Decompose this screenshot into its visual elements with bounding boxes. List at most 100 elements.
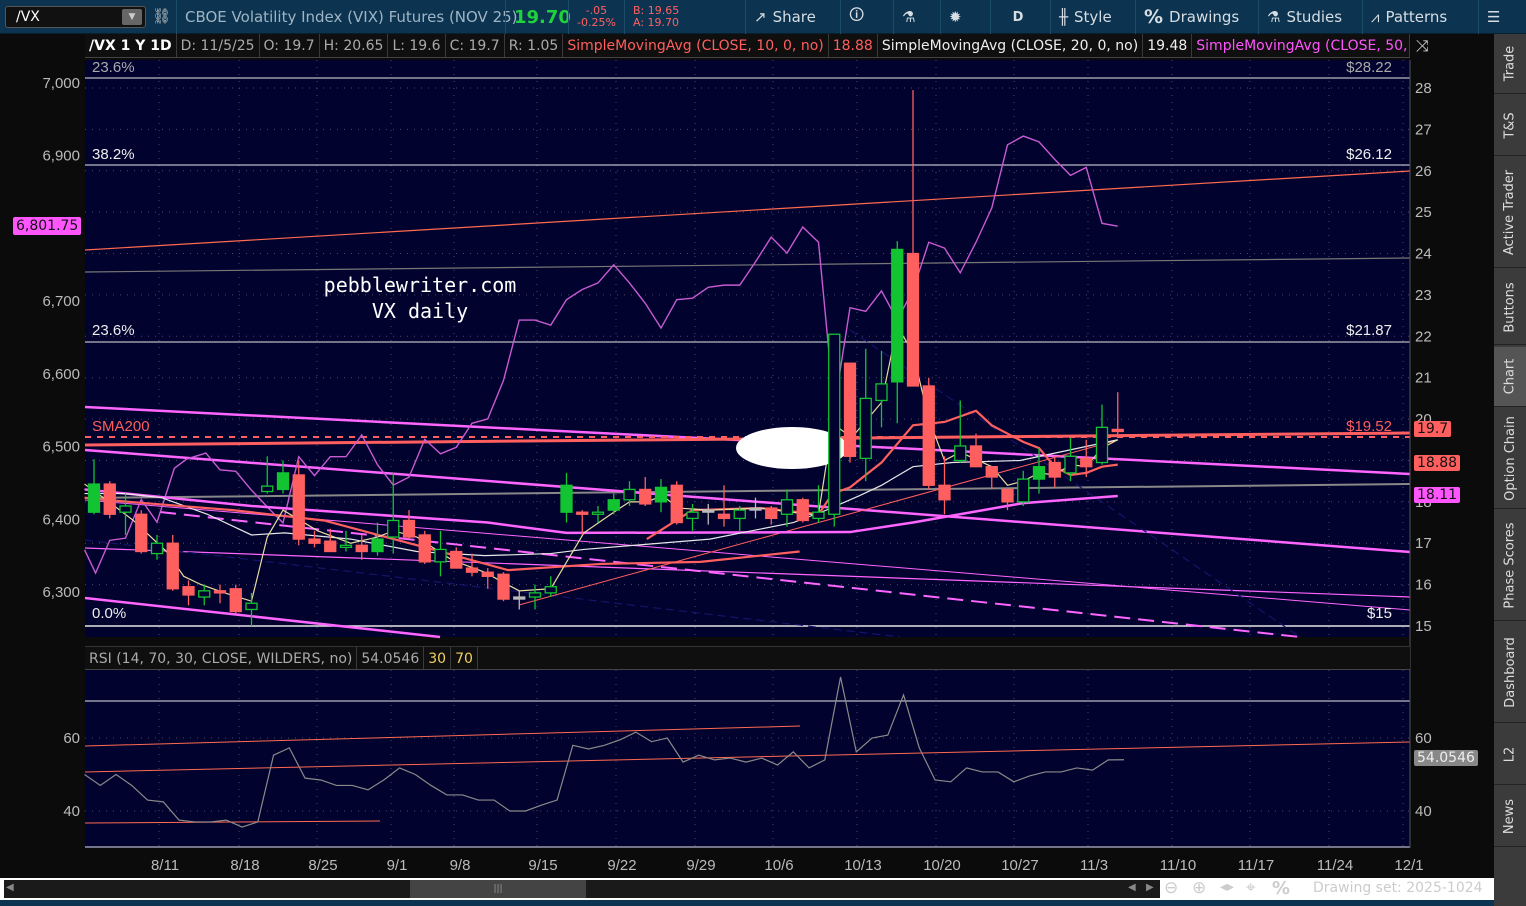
candle-body [1048, 461, 1061, 478]
candle-body [733, 509, 746, 520]
candle-body [229, 588, 242, 613]
right-axis-tick: 27 [1415, 121, 1432, 138]
sidebar-tab-trade[interactable]: Trade [1494, 34, 1526, 94]
zoom-out-icon[interactable]: ⊖ [1164, 878, 1178, 898]
candle-body [198, 590, 211, 598]
fib-price: $26.12 [1346, 146, 1392, 163]
candle-body [875, 383, 888, 402]
fib-label: 23.6% [92, 322, 135, 339]
candle-body [308, 538, 321, 544]
sidebar-tab-chart[interactable]: Chart [1494, 347, 1526, 407]
right-axis-tick: 25 [1415, 204, 1432, 221]
date-axis-tick: 10/27 [1001, 857, 1039, 874]
sidebar-tab-buttons[interactable]: Buttons [1494, 270, 1526, 345]
crosshair-icon[interactable]: ⌖ [1246, 878, 1256, 898]
candle-body [324, 540, 337, 553]
rsi-header: RSI (14, 70, 30, CLOSE, WILDERS, no) 54.… [85, 646, 1410, 670]
candle [843, 362, 857, 463]
candle-body [576, 511, 589, 515]
drawing-set-label[interactable]: Drawing set: 2025-1024 [1313, 880, 1483, 896]
candle-body [135, 513, 148, 553]
sidebar-tab-phase-scores[interactable]: Phase Scores [1494, 511, 1526, 621]
scroll-left-icon[interactable]: ◀ [1128, 882, 1136, 893]
price-pane [85, 60, 1410, 637]
scrollbar-thumb[interactable]: ||| [410, 880, 586, 898]
fib-price: $21.87 [1346, 322, 1392, 339]
candle-body [812, 511, 825, 520]
candle-body [103, 483, 116, 515]
sidebar-tab-label: Trade [1502, 45, 1518, 82]
candle-body [828, 333, 841, 515]
candle-body [623, 488, 636, 501]
candle-body [355, 544, 368, 553]
sidebar-tab-t-s[interactable]: T&S [1494, 96, 1526, 156]
sidebar-tab-label: L2 [1502, 746, 1518, 763]
candle-body [245, 602, 258, 611]
candle-body [528, 592, 542, 598]
candle [796, 497, 809, 523]
fib-label: 38.2% [92, 146, 135, 163]
candle-body [292, 474, 305, 540]
sidebar-tab-active-trader[interactable]: Active Trader [1494, 158, 1526, 268]
date-axis-tick: 8/11 [151, 857, 179, 874]
candle-body [1095, 426, 1109, 464]
spx-price-badge: 6,801.75 [13, 217, 82, 235]
date-axis-tick: 9/8 [450, 857, 471, 874]
right-axis-tick: 21 [1415, 370, 1432, 387]
date-axis-tick: 11/17 [1238, 857, 1274, 874]
left-axis-tick: 6,900 [42, 148, 80, 165]
fib-price: $28.22 [1346, 59, 1392, 76]
candle-body [1111, 428, 1124, 433]
candle-body [166, 542, 179, 590]
date-axis-tick: 11/24 [1317, 857, 1353, 874]
level-label: $19.52 [1346, 418, 1392, 435]
scroll-left-icon[interactable]: ◀ [6, 882, 14, 893]
candle-body [1017, 478, 1030, 503]
right-axis-tick: 26 [1415, 163, 1432, 180]
sidebar-tab-label: Option Chain [1502, 416, 1518, 501]
candle-body [765, 507, 778, 520]
right-axis-tick: 23 [1415, 287, 1432, 304]
horizontal-scrollbar[interactable]: ||| ◀ ◀ ▶ [4, 880, 1160, 898]
candle [418, 530, 431, 564]
date-axis-tick: 11/3 [1080, 857, 1108, 874]
candle-body [339, 544, 353, 549]
pan-icon[interactable]: ◂▸ [1220, 879, 1234, 895]
sidebar-tab-news[interactable]: News [1494, 787, 1526, 847]
candle-body [906, 252, 920, 387]
date-axis-tick: 10/6 [764, 857, 793, 874]
zoom-in-icon[interactable]: ⊕ [1192, 878, 1206, 898]
rsi-axis-tick: 60 [63, 730, 80, 747]
candle-body [497, 573, 510, 600]
candle [103, 481, 116, 519]
date-axis-tick: 8/18 [230, 857, 259, 874]
rsi-axis-tick: 40 [1415, 803, 1432, 820]
date-axis-tick: 11/10 [1160, 857, 1196, 874]
rsi-level-30: 30 [424, 647, 452, 669]
chart-canvas[interactable]: 23.6% $28.22 38.2% $26.12 23.6% $21.87 0… [0, 0, 1494, 878]
candle-body [686, 511, 699, 520]
left-axis-tick: 6,300 [42, 584, 80, 601]
scroll-right-icon[interactable]: ▶ [1146, 882, 1154, 893]
candle-body [891, 248, 904, 383]
sidebar-tab-label: Active Trader [1502, 169, 1518, 256]
candle-body [261, 485, 274, 493]
candle-body [1001, 488, 1014, 503]
candle [135, 510, 148, 554]
left-axis-tick: 7,000 [42, 75, 80, 92]
sma10-badge: 18.88 [1414, 455, 1461, 471]
candle [670, 481, 683, 525]
right-axis-tick: 16 [1415, 577, 1432, 594]
candle [229, 584, 242, 614]
sidebar-tab-l2[interactable]: L2 [1494, 725, 1526, 785]
right-sidebar: Trade T&S Active Trader Buttons Chart Option … [1494, 34, 1526, 906]
rsi-label[interactable]: RSI (14, 70, 30, CLOSE, WILDERS, no) [85, 647, 358, 669]
candle-body [654, 486, 668, 503]
left-axis-tick: 6,400 [42, 511, 80, 528]
percent-icon[interactable]: % [1272, 878, 1290, 899]
sidebar-tab-option-chain[interactable]: Option Chain [1494, 409, 1526, 509]
date-axis-tick: 10/13 [844, 857, 882, 874]
date-axis-tick: 12/1 [1394, 857, 1423, 874]
candle-body [418, 534, 431, 563]
sidebar-tab-dashboard[interactable]: Dashboard [1494, 623, 1526, 723]
